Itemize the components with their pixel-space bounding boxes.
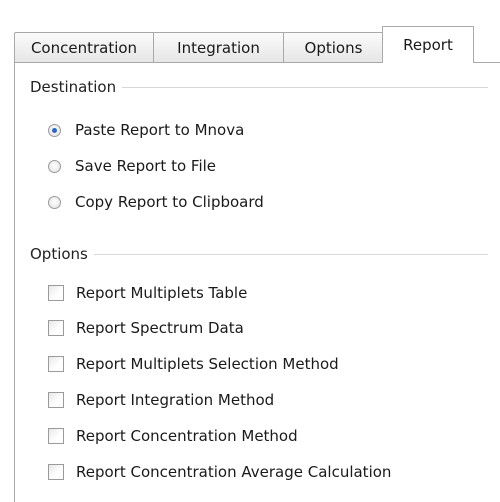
radio-save-report[interactable]: Save Report to File	[48, 154, 216, 178]
checkbox-report-concentration-average-calculation[interactable]: Report Concentration Average Calculation	[48, 460, 391, 484]
checkbox-icon[interactable]	[48, 320, 64, 336]
checkbox-label: Report Integration Method	[76, 391, 275, 409]
radio-label: Copy Report to Clipboard	[75, 193, 264, 211]
checkbox-label: Report Spectrum Data	[76, 319, 244, 337]
tab-concentration[interactable]: Concentration	[14, 32, 154, 62]
checkbox-report-multiplets-selection-method[interactable]: Report Multiplets Selection Method	[48, 352, 339, 376]
checkbox-label: Report Concentration Average Calculation	[76, 463, 392, 481]
checkbox-icon[interactable]	[48, 464, 64, 480]
radio-paste-report[interactable]: Paste Report to Mnova	[48, 118, 244, 142]
radio-button-icon[interactable]	[48, 123, 61, 137]
checkbox-label: Report Multiplets Selection Method	[76, 355, 339, 373]
radio-label: Paste Report to Mnova	[75, 121, 245, 139]
radio-copy-report[interactable]: Copy Report to Clipboard	[48, 190, 264, 214]
tab-options[interactable]: Options	[284, 32, 384, 62]
destination-group-title: Destination	[30, 78, 123, 96]
radio-button-icon[interactable]	[48, 195, 61, 209]
checkbox-report-multiplets-table[interactable]: Report Multiplets Table	[48, 281, 247, 305]
options-group-divider	[30, 254, 488, 255]
checkbox-label: Report Concentration Method	[76, 427, 298, 445]
tab-integration[interactable]: Integration	[154, 32, 284, 62]
radio-button-icon[interactable]	[48, 159, 61, 173]
radio-label: Save Report to File	[75, 157, 217, 175]
checkbox-report-spectrum-data[interactable]: Report Spectrum Data	[48, 316, 244, 340]
checkbox-icon[interactable]	[48, 392, 64, 408]
checkbox-report-integration-method[interactable]: Report Integration Method	[48, 388, 274, 412]
options-group-title: Options	[30, 245, 94, 263]
checkbox-icon[interactable]	[48, 285, 64, 301]
tab-report[interactable]: Report	[382, 26, 474, 63]
checkbox-label: Report Multiplets Table	[76, 284, 248, 302]
checkbox-report-concentration-method[interactable]: Report Concentration Method	[48, 424, 298, 448]
checkbox-icon[interactable]	[48, 356, 64, 372]
tab-bar: Concentration Integration Options Report	[14, 26, 500, 63]
checkbox-icon[interactable]	[48, 428, 64, 444]
